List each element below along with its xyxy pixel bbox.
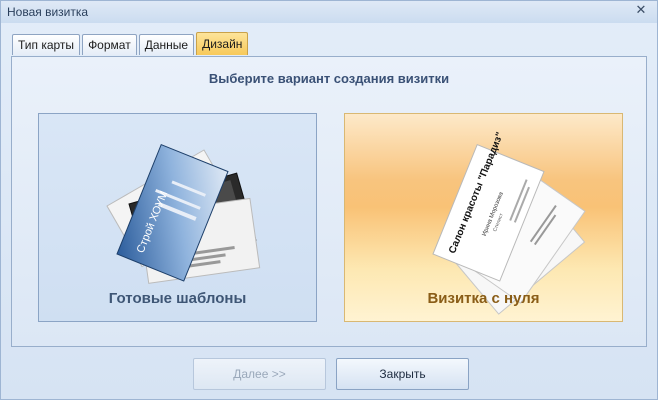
dialog-window: Новая визитка ✕ Тип карты Формат Данные …	[0, 0, 658, 400]
ready-templates-label: Готовые шаблоны	[108, 290, 247, 307]
panel-heading: Выберите вариант создания визитки	[208, 71, 450, 86]
ready-templates-option[interactable]: Строй ХОУМ Готовые шаблоны	[38, 113, 317, 322]
tab-card-type[interactable]: Тип карты	[12, 34, 81, 55]
tab-format[interactable]: Формат	[82, 34, 137, 55]
card-from-scratch-option[interactable]: Салон красоты "Парадиз" Ирина Морозова С…	[344, 113, 623, 322]
next-button[interactable]: Далее >>	[193, 358, 326, 390]
tab-data[interactable]: Данные	[138, 34, 195, 55]
close-button[interactable]: Закрыть	[336, 358, 469, 390]
tab-design[interactable]: Дизайн	[196, 32, 249, 55]
tab-bar: Тип карты Формат Данные Дизайн	[12, 32, 250, 56]
window-title: Новая визитка	[7, 5, 89, 19]
design-panel: Выберите вариант создания визитки Строй …	[11, 56, 647, 347]
close-icon[interactable]: ✕	[633, 2, 649, 20]
title-bar[interactable]: Новая визитка ✕	[1, 1, 657, 23]
card-from-scratch-label: Визитка с нуля	[427, 290, 540, 307]
